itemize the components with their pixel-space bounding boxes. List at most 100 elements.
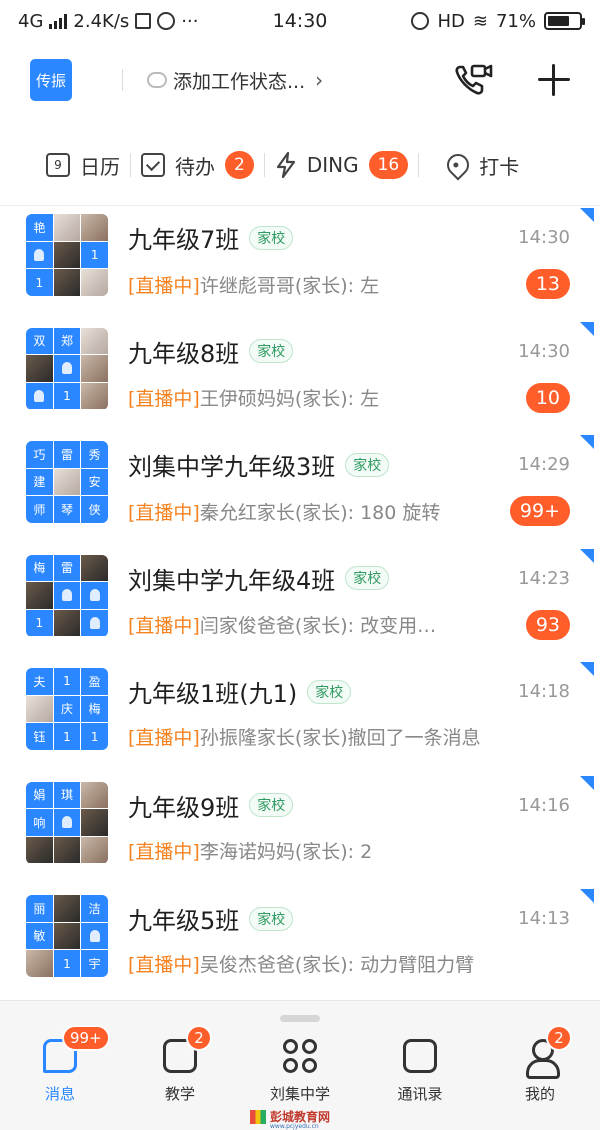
lightning-icon xyxy=(276,151,295,179)
chat-item[interactable]: 梅雷1 刘集中学九年级4班 家校 14:23 [直播中]闫家俊爸爸(家长): 改… xyxy=(0,547,600,661)
nav-teaching[interactable]: 2 教学 xyxy=(120,1025,240,1104)
status-bar: 4G 2.4K/s ··· 14:30 HD ≋ 71% xyxy=(0,0,600,42)
avatar-text: 夫 xyxy=(26,668,53,695)
chat-name: 九年级7班 xyxy=(128,226,240,254)
chat-body: 刘集中学九年级4班 家校 14:23 [直播中]闫家俊爸爸(家长): 改变用… … xyxy=(128,555,570,640)
chat-name: 九年级8班 xyxy=(128,339,240,368)
person-icon xyxy=(53,582,81,609)
todo-badge: 2 xyxy=(225,151,254,179)
calendar-icon: 9 xyxy=(46,153,70,177)
person-icon xyxy=(26,241,53,269)
nav-label: 刘集中学 xyxy=(269,1085,330,1103)
avatar-text: 侠 xyxy=(81,496,108,523)
chat-item[interactable]: 双郑 1 九年级8班 家校 14:30 [直播中]王伊硕妈妈(家长): 左 10 xyxy=(0,320,600,434)
avatar-text: 1 xyxy=(26,609,53,637)
nav-label: 通讯录 xyxy=(397,1085,443,1103)
chat-body: 九年级9班 家校 14:16 [直播中]李海诺妈妈(家长): 2 xyxy=(128,782,570,864)
avatar-text: 娟 xyxy=(26,781,53,809)
unread-count-badge: 99+ xyxy=(509,496,570,526)
video-call-icon[interactable] xyxy=(454,63,494,97)
pinned-corner-icon xyxy=(580,775,594,790)
live-indicator: [直播中] xyxy=(128,274,200,297)
nav-me[interactable]: 2 我的 xyxy=(480,1025,600,1104)
app-header: 传振 添加工作状态... › xyxy=(0,50,600,110)
todo-button[interactable]: 待办 2 xyxy=(141,151,254,180)
live-indicator: [直播中] xyxy=(128,501,200,524)
chat-message: 吴俊杰爸爸(家长): 动力臂阻力臂 xyxy=(199,954,475,976)
chat-item[interactable]: 艳 1 1 九年级7班 家校 14:30 [直播中]许继彪哥哥(家长): 左 13 xyxy=(0,206,600,320)
unread-count-badge: 13 xyxy=(525,269,570,299)
avatar-photo xyxy=(53,836,81,864)
chat-tag: 家校 xyxy=(345,452,390,477)
chat-body: 九年级5班 家校 14:13 [直播中]吴俊杰爸爸(家长): 动力臂阻力臂 xyxy=(128,895,570,977)
quick-actions-bar: 9 日历 待办 2 DING 16 打卡 xyxy=(0,138,600,192)
chat-preview: [直播中]吴俊杰爸爸(家长): 动力臂阻力臂 xyxy=(128,950,570,977)
avatar-text: 1 xyxy=(53,950,81,977)
network-speed: 2.4K/s xyxy=(73,10,130,32)
live-indicator: [直播中] xyxy=(128,954,200,976)
chat-message: 孙振隆家长(家长)撤回了一条消息 xyxy=(199,727,481,749)
battery-percent: 71% xyxy=(495,10,536,32)
chat-item[interactable]: 丽 洁敏1宇 九年级5班 家校 14:13 [直播中]吴俊杰爸爸(家长): 动力臂… xyxy=(0,887,600,1001)
nav-badge: 2 xyxy=(546,1025,572,1051)
chat-time: 14:23 xyxy=(518,567,570,589)
chat-time: 14:30 xyxy=(518,340,570,362)
nav-badge: 99+ xyxy=(62,1025,110,1051)
pinned-corner-icon xyxy=(580,889,594,903)
chat-tag: 家校 xyxy=(249,906,294,931)
org-avatar[interactable]: 传振 xyxy=(30,59,72,101)
avatar-photo xyxy=(81,809,108,836)
todo-label: 待办 xyxy=(175,154,215,179)
ding-button[interactable]: DING 16 xyxy=(275,151,409,179)
avatar-photo xyxy=(53,922,81,950)
nav-school[interactable]: 刘集中学 xyxy=(240,1039,360,1104)
nav-contacts[interactable]: 通讯录 xyxy=(360,1039,480,1104)
drag-handle[interactable] xyxy=(280,1015,320,1022)
chat-tag: 家校 xyxy=(249,793,294,817)
avatar-text: 1 xyxy=(81,723,108,750)
chat-item[interactable]: 夫1盈庆梅钰11 九年级1班(九1) 家校 14:18 [直播中]孙振隆家长(家… xyxy=(0,660,600,774)
calendar-button[interactable]: 9 日历 xyxy=(46,151,120,180)
chat-name: 九年级5班 xyxy=(128,907,240,935)
chat-tag: 家校 xyxy=(249,225,294,250)
chat-item[interactable]: 娟琪响 九年级9班 家校 14:16 [直播中]李海诺妈妈(家长): 2 xyxy=(0,774,600,888)
avatar-photo xyxy=(26,355,53,382)
nav-messages[interactable]: 99+ 消息 xyxy=(0,1025,120,1104)
work-status-button[interactable]: 添加工作状态... › xyxy=(147,67,454,94)
avatar-photo xyxy=(81,554,108,582)
checkin-label: 打卡 xyxy=(479,154,520,179)
group-avatar: 梅雷1 xyxy=(26,554,108,637)
avatar-text: 师 xyxy=(26,496,53,523)
chevron-right-icon: › xyxy=(315,68,324,92)
avatar-text: 秀 xyxy=(81,441,108,468)
more-dots-icon: ··· xyxy=(181,10,199,32)
plus-icon[interactable] xyxy=(538,64,570,96)
status-bubble-icon xyxy=(147,72,167,88)
avatar-text: 洁 xyxy=(81,895,108,922)
chat-tag: 家校 xyxy=(307,679,352,704)
chat-message: 李海诺妈妈(家长): 2 xyxy=(199,840,373,863)
live-indicator: [直播中] xyxy=(128,840,200,863)
checkbox-icon xyxy=(141,153,165,177)
avatar-text: 琪 xyxy=(53,781,81,809)
chat-name: 刘集中学九年级4班 xyxy=(128,566,336,595)
battery-icon xyxy=(544,12,585,30)
chat-preview: [直播中]闫家俊爸爸(家长): 改变用… xyxy=(128,611,516,638)
chat-item[interactable]: 巧雷秀建安师琴侠 刘集中学九年级3班 家校 14:29 [直播中]秦允红家长(家… xyxy=(0,433,600,547)
avatar-text: 响 xyxy=(26,809,53,836)
watermark-logo-icon xyxy=(250,1109,266,1124)
avatar-photo xyxy=(53,609,81,637)
avatar-text: 巧 xyxy=(26,441,53,468)
separator xyxy=(418,153,420,177)
wifi-icon: ≋ xyxy=(472,10,488,32)
avatar-photo xyxy=(53,269,81,296)
avatar-photo xyxy=(81,327,108,355)
avatar-text: 1 xyxy=(26,269,53,296)
avatar-text: 钰 xyxy=(26,723,53,750)
checkin-button[interactable]: 打卡 xyxy=(442,149,520,181)
avatar-photo xyxy=(53,241,81,269)
chat-preview: [直播中]许继彪哥哥(家长): 左 xyxy=(128,271,516,298)
chat-preview: [直播中]王伊硕妈妈(家长): 左 xyxy=(128,384,516,411)
avatar-text: 宇 xyxy=(81,950,108,977)
chat-tag: 家校 xyxy=(249,339,294,363)
